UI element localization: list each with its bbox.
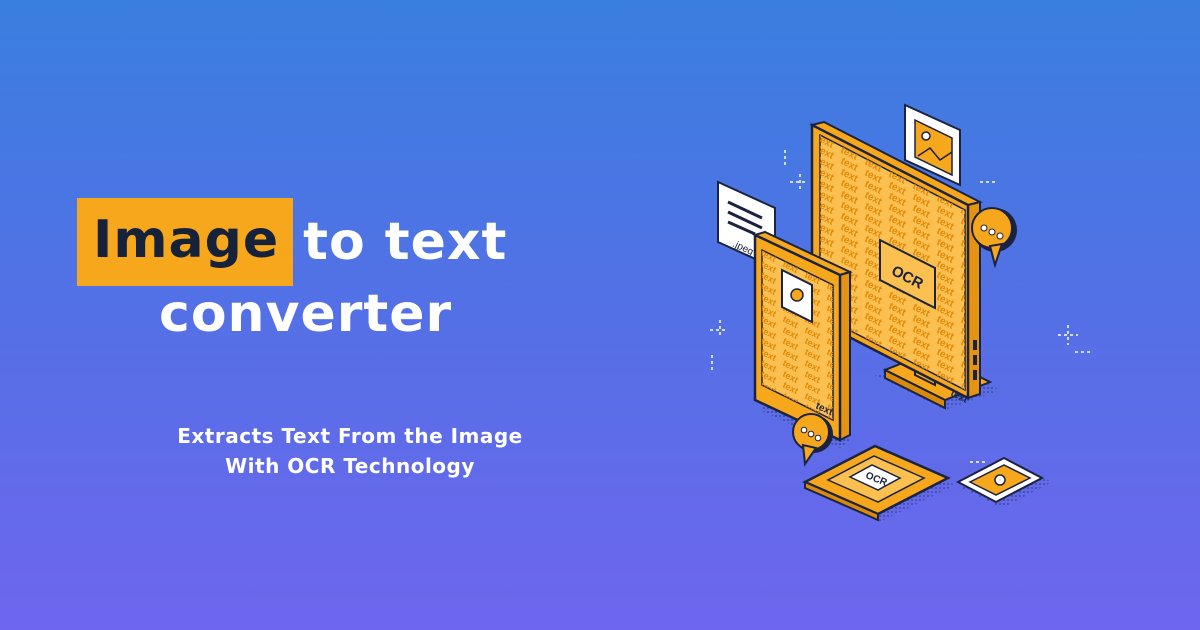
highlighted-word: Image [77,198,294,286]
subtitle-line-1: Extracts Text From the Image [177,424,523,448]
headline-line-2: converter [159,284,453,344]
subtitle-line-2: With OCR Technology [225,454,475,478]
headline: Image to text converter [77,196,577,344]
screen-text-word: text [959,414,980,432]
headline-line-1-text: to text [303,212,508,272]
photo-card-icon [955,456,1052,508]
chat-bubble-icon-small [792,413,833,467]
headline-line-1: Image to text [77,196,577,288]
screen-text-word: text [863,355,884,373]
ocr-illustration: texttexttexttexttexttexttexttexttexttext… [710,103,1090,522]
subtitle: Extracts Text From the Image With OCR Te… [100,421,600,481]
screen-text-word: text [959,403,980,421]
phone: OCR [802,444,955,522]
